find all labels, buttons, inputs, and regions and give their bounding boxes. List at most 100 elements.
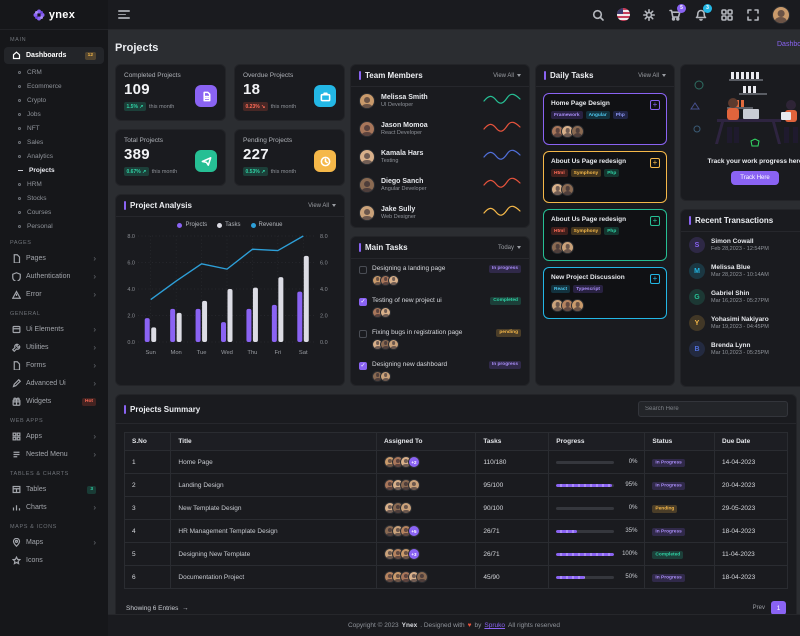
- task-checkbox[interactable]: [359, 266, 367, 274]
- cell-tasks: 45/90: [476, 566, 549, 589]
- sidebar-subitem-courses[interactable]: Courses: [0, 205, 108, 219]
- bullet-icon: [18, 85, 21, 88]
- cart-icon[interactable]: 5: [668, 8, 682, 22]
- transaction-avatar: S: [689, 237, 705, 253]
- stat-card-overdue-projects[interactable]: Overdue Projects180.23% ↘this month: [234, 64, 345, 121]
- sidebar-item-maps[interactable]: Maps›: [4, 534, 104, 551]
- add-task-icon[interactable]: +: [650, 100, 660, 110]
- sidebar-subitem-hrm[interactable]: HRM: [0, 177, 108, 191]
- stat-card-total-projects[interactable]: Total Projects3890.67% ↗this month: [115, 129, 226, 186]
- sidebar-item-label: Nested Menu: [26, 451, 68, 458]
- chevron-right-icon: ›: [93, 380, 96, 388]
- table-row[interactable]: 4HR Management Template Design+526/7135%…: [125, 520, 788, 543]
- sidebar-subitem-nft[interactable]: NFT: [0, 121, 108, 135]
- table-search-input[interactable]: [638, 401, 788, 417]
- add-task-icon[interactable]: +: [650, 216, 660, 226]
- main-task-row[interactable]: ✓Testing of new project uiCompleted: [351, 291, 529, 323]
- breadcrumb[interactable]: Dashboards / Projects: [777, 41, 800, 48]
- track-here-button[interactable]: Track Here: [731, 171, 778, 185]
- sidebar-item-utilities[interactable]: Utilities›: [4, 339, 104, 356]
- sidebar-item-tables[interactable]: Tables3: [4, 481, 104, 498]
- credit-link[interactable]: Spruko: [484, 622, 505, 629]
- main-task-row[interactable]: Fixing bugs in registration pagepending: [351, 323, 529, 355]
- sidebar-subitem-projects[interactable]: Projects: [0, 163, 108, 177]
- sidebar-item-forms[interactable]: Forms›: [4, 357, 104, 374]
- daily-task-card[interactable]: About Us Page redesign+HtmlSymphonyPhp: [543, 209, 667, 261]
- hamburger-menu-icon[interactable]: [118, 8, 130, 21]
- apps-grid-icon[interactable]: [720, 8, 734, 22]
- sidebar-subitem-crypto[interactable]: Crypto: [0, 93, 108, 107]
- sidebar-subitem-label: Jobs: [27, 111, 41, 118]
- app-logo[interactable]: ynex: [0, 0, 108, 30]
- sidebar-item-advanced-ui[interactable]: Advanced Ui›: [4, 375, 104, 392]
- add-task-icon[interactable]: +: [650, 158, 660, 168]
- sidebar-subitem-jobs[interactable]: Jobs: [0, 107, 108, 121]
- transaction-row[interactable]: MMelissa BlueMar 28,2023 - 10:14AM: [681, 258, 800, 284]
- add-task-icon[interactable]: +: [650, 274, 660, 284]
- stat-delta-badge: 0.53% ↗: [243, 167, 268, 176]
- sidebar-subitem-sales[interactable]: Sales: [0, 135, 108, 149]
- daily-task-card[interactable]: About Us Page redesign+HtmlSymphonyPhp: [543, 151, 667, 203]
- task-checkbox[interactable]: ✓: [359, 298, 367, 306]
- sidebar-item-charts[interactable]: Charts›: [4, 499, 104, 516]
- fullscreen-icon[interactable]: [746, 8, 760, 22]
- svg-text:Tue: Tue: [197, 350, 207, 356]
- notifications-icon[interactable]: 3: [694, 8, 708, 22]
- table-row[interactable]: 2Landing Design95/10095%In Progress20-04…: [125, 474, 788, 497]
- sidebar-item-apps[interactable]: Apps›: [4, 428, 104, 445]
- sidebar-item-nested-menu[interactable]: Nested Menu›: [4, 446, 104, 463]
- country-flag-icon[interactable]: [617, 8, 630, 21]
- team-member-row[interactable]: Jake SullyWeb Designer: [351, 199, 529, 227]
- table-row[interactable]: 1Home Page+2110/1800%In Progress14-04-20…: [125, 451, 788, 474]
- stat-label: Pending Projects: [243, 137, 336, 144]
- theme-toggle-icon[interactable]: [642, 8, 656, 22]
- stat-card-completed-projects[interactable]: Completed Projects1091.5% ↗this month: [115, 64, 226, 121]
- transaction-row[interactable]: GGabriel ShinMar 16,2023 - 05:27PM: [681, 284, 800, 310]
- view-all-button[interactable]: View All: [308, 203, 336, 209]
- daily-task-card[interactable]: Home Page Design+FrameworkAngularPhp: [543, 93, 667, 145]
- team-member-row[interactable]: Melissa SmithUI Developer: [351, 87, 529, 115]
- sidebar-subitem-ecommerce[interactable]: Ecommerce: [0, 79, 108, 93]
- team-member-row[interactable]: Kamala HarsTesting: [351, 143, 529, 171]
- sidebar-item-dashboards[interactable]: Dashboards12: [4, 47, 104, 64]
- sidebar-item-authentication[interactable]: Authentication›: [4, 268, 104, 285]
- svg-text:4.0: 4.0: [127, 287, 135, 293]
- cell-status: In Progress: [645, 566, 715, 589]
- stat-card-pending-projects[interactable]: Pending Projects2270.53% ↗this month: [234, 129, 345, 186]
- transaction-row[interactable]: SSimon CowallFeb 28,2023 - 12:54PM: [681, 232, 800, 258]
- search-icon[interactable]: [591, 8, 605, 22]
- main-task-row[interactable]: ✓Designing new dashboardIn progress: [351, 355, 529, 386]
- view-all-button[interactable]: View All: [638, 73, 666, 79]
- cell-due-date: 29-05-2023: [715, 497, 788, 520]
- prev-page-button[interactable]: Prev: [753, 605, 765, 611]
- sidebar-subitem-personal[interactable]: Personal: [0, 219, 108, 233]
- sidebar-subitem-crm[interactable]: CRM: [0, 65, 108, 79]
- sidebar-subitem-stocks[interactable]: Stocks: [0, 191, 108, 205]
- table-row[interactable]: 5Designing New Template+326/71100%Comple…: [125, 543, 788, 566]
- daily-task-title: Home Page Design: [551, 100, 659, 107]
- task-checkbox[interactable]: ✓: [359, 362, 367, 370]
- transaction-row[interactable]: YYohasimi NakiyaroMar 19,2023 - 04:45PM: [681, 310, 800, 336]
- table-row[interactable]: 3New Template Design90/1000%Pending29-05…: [125, 497, 788, 520]
- task-checkbox[interactable]: [359, 330, 367, 338]
- transaction-row[interactable]: BBrenda LynnMar 10,2023 - 05:25PM: [681, 336, 800, 362]
- chevron-down-icon: [517, 74, 521, 77]
- view-all-button[interactable]: View All: [493, 73, 521, 79]
- today-filter-button[interactable]: Today: [498, 245, 521, 251]
- column-header-status: Status: [645, 433, 715, 451]
- sidebar-subitem-analytics[interactable]: Analytics: [0, 149, 108, 163]
- daily-task-card[interactable]: New Project Discussion+ReactTypescript: [543, 267, 667, 319]
- sidebar-item-icons[interactable]: Icons: [4, 552, 104, 569]
- sidebar-item-ui-elements[interactable]: Ui Elements›: [4, 321, 104, 338]
- table-row[interactable]: 6Documentation Project45/9050%In Progres…: [125, 566, 788, 589]
- main-task-row[interactable]: Designing a landing pageIn progress: [351, 259, 529, 291]
- sidebar-item-pages[interactable]: Pages›: [4, 250, 104, 267]
- team-member-row[interactable]: Diego SanchAngular Developer: [351, 171, 529, 199]
- transaction-date: Mar 19,2023 - 04:45PM: [711, 324, 769, 330]
- team-member-row[interactable]: Jason MomoaReact Developer: [351, 115, 529, 143]
- page-1-button[interactable]: 1: [771, 601, 786, 614]
- sidebar-item-widgets[interactable]: WidgetsHot: [4, 393, 104, 410]
- team-members-panel: Team Members View All Melissa SmithUI De…: [350, 64, 530, 228]
- sidebar-subitem-label: Crypto: [27, 97, 46, 104]
- sidebar-item-error[interactable]: Error›: [4, 286, 104, 303]
